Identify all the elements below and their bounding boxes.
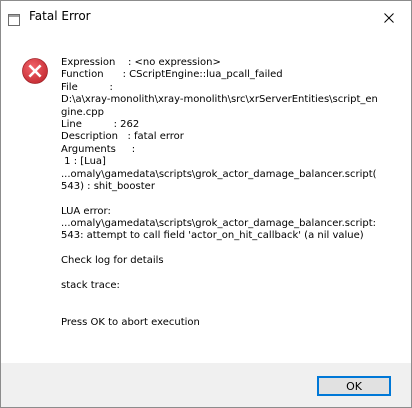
ok-button[interactable]: OK (317, 376, 391, 396)
close-button[interactable] (367, 1, 411, 34)
message-line: LUA error: (61, 205, 111, 217)
message-line: Check log for details (61, 255, 164, 267)
button-bar: OK (1, 363, 411, 407)
message-spacer (61, 305, 401, 317)
message-line: Function : CScriptEngine::lua_pcall_fail… (61, 69, 283, 81)
message-line: Expression : <no expression> (61, 57, 221, 68)
message-line: 543) : shit_booster (61, 180, 155, 192)
message-line: Line : 262 (61, 118, 140, 130)
app-window-icon (8, 11, 20, 26)
message-spacer (61, 193, 401, 205)
message-line: ...omaly\gamedata\scripts\grok_actor_dam… (61, 168, 377, 180)
error-message: Expression : <no expression> Function : C… (61, 57, 401, 330)
title-bar: Fatal Error (1, 1, 411, 34)
message-line: File : (61, 81, 113, 93)
fatal-error-dialog: Fatal Error Expression: <no expression>… (0, 0, 412, 408)
message-line: 1 : [Lua] (61, 156, 106, 168)
message-line: D:\a\xray-monolith\xray-monolith\src\xrS… (61, 94, 378, 106)
message-line: 543: attempt to call field 'actor_on_hit… (61, 230, 364, 242)
close-icon (384, 8, 394, 27)
message-line: ...omaly\gamedata\scripts\grok_actor_dam… (61, 218, 377, 230)
message-spacer (61, 243, 401, 255)
message-spacer (61, 292, 401, 304)
message-line: Press OK to abort execution (61, 317, 200, 329)
message-line: Arguments : (61, 143, 136, 155)
dialog-body: Expression : <no expression> Function : C… (1, 34, 411, 362)
message-line: Description : fatal error (61, 131, 184, 143)
message-line: gine.cpp (61, 106, 104, 118)
message-line: stack trace: (61, 280, 120, 292)
window-title: Fatal Error (29, 9, 91, 23)
error-x-icon (22, 58, 48, 84)
message-spacer (61, 268, 401, 280)
